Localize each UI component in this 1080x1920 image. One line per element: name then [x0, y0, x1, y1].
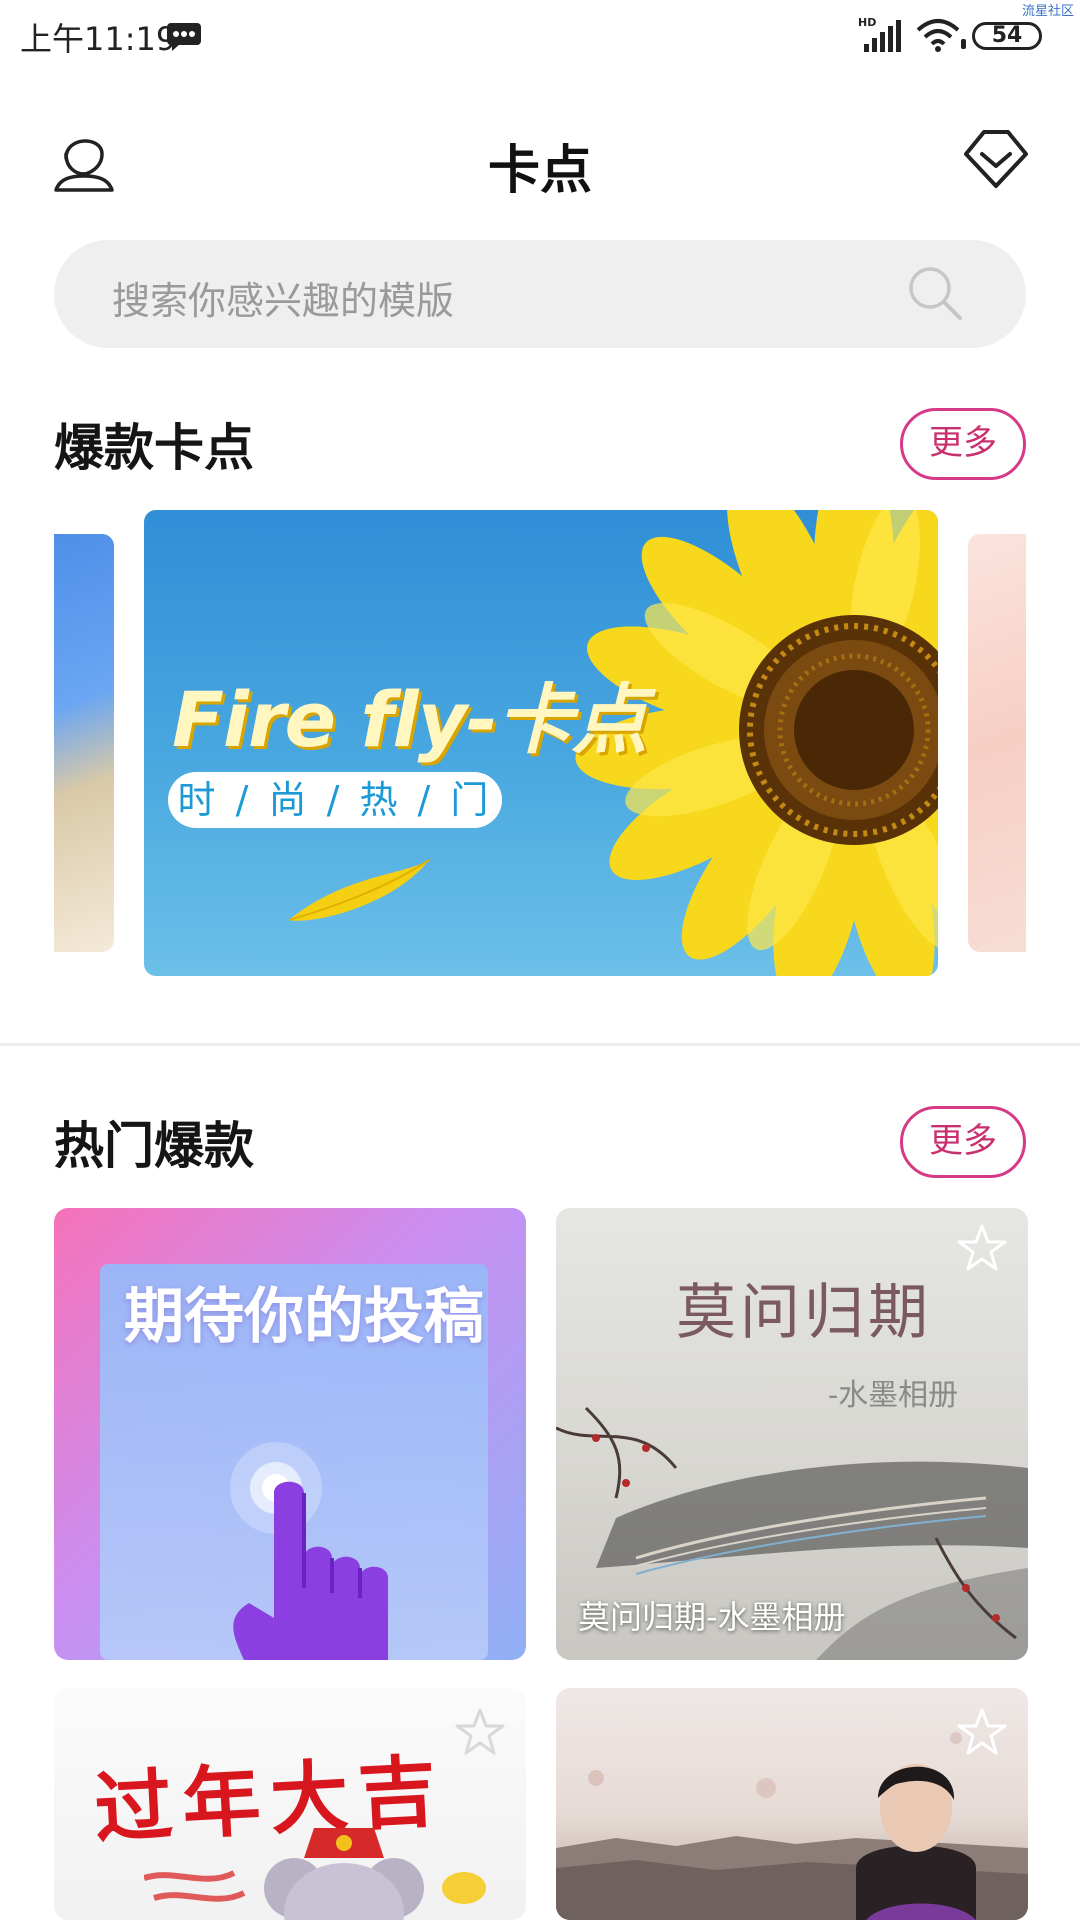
vip-diamond-icon[interactable] — [964, 128, 1028, 190]
more-button-hot-beat[interactable]: 更多 — [900, 408, 1026, 480]
template-card-ink-album[interactable]: 莫问归期 -水墨相册 莫问归期-水墨相册 — [556, 1208, 1028, 1660]
search-icon[interactable] — [906, 264, 964, 322]
favorite-star-icon[interactable] — [454, 1706, 506, 1758]
signal-icon: HD — [858, 16, 901, 52]
battery-indicator: 54 — [961, 22, 1042, 50]
battery-level: 54 — [991, 23, 1023, 48]
status-bar: 上午11:19 HD 54 流星社区 — [0, 0, 1080, 72]
section-title-hot-beat: 爆款卡点 — [54, 419, 254, 477]
mouse-mascot-image — [144, 1828, 486, 1920]
status-time: 上午11:19 — [20, 20, 177, 58]
card-caption: 莫问归期-水墨相册 — [578, 1598, 846, 1636]
wifi-icon — [916, 19, 960, 52]
favorite-star-icon[interactable] — [956, 1706, 1008, 1758]
section-title-popular: 热门爆款 — [54, 1117, 254, 1175]
template-card-new-year[interactable]: 过年大吉 — [54, 1688, 526, 1920]
battery-tip — [961, 39, 966, 49]
template-card-submit[interactable]: 期待你的投稿 — [54, 1208, 526, 1660]
page-title: 卡点 — [487, 141, 592, 201]
carousel-next-card[interactable] — [968, 534, 1026, 952]
banner-firefly[interactable]: Fire fly-卡点 时 / 尚 / 热 / 门 — [144, 510, 938, 976]
svg-text:HD: HD — [858, 16, 876, 29]
petal-image — [288, 859, 430, 921]
watermark: 流星社区 — [1021, 4, 1074, 19]
template-card-portrait[interactable] — [556, 1688, 1028, 1920]
tap-hand-icon — [230, 1442, 388, 1660]
banner-tag: 时 / 尚 / 热 / 门 — [168, 772, 502, 828]
header: 卡点 — [0, 100, 1080, 210]
card-overlay-text: 期待你的投稿 — [124, 1282, 484, 1352]
message-icon — [167, 23, 201, 51]
card-art-title: 莫问归期 — [676, 1278, 932, 1348]
more-button-popular[interactable]: 更多 — [900, 1106, 1026, 1178]
favorite-star-icon[interactable] — [956, 1222, 1008, 1274]
banner-title: Fire fly-卡点 — [172, 675, 648, 764]
banner-carousel[interactable]: Fire fly-卡点 时 / 尚 / 热 / 门 — [54, 510, 1026, 980]
carousel-prev-card[interactable] — [54, 534, 114, 952]
search-input[interactable]: 搜索你感兴趣的模版 — [112, 270, 454, 325]
section-divider — [0, 1043, 1080, 1046]
search-bar[interactable]: 搜索你感兴趣的模版 — [54, 240, 1026, 348]
